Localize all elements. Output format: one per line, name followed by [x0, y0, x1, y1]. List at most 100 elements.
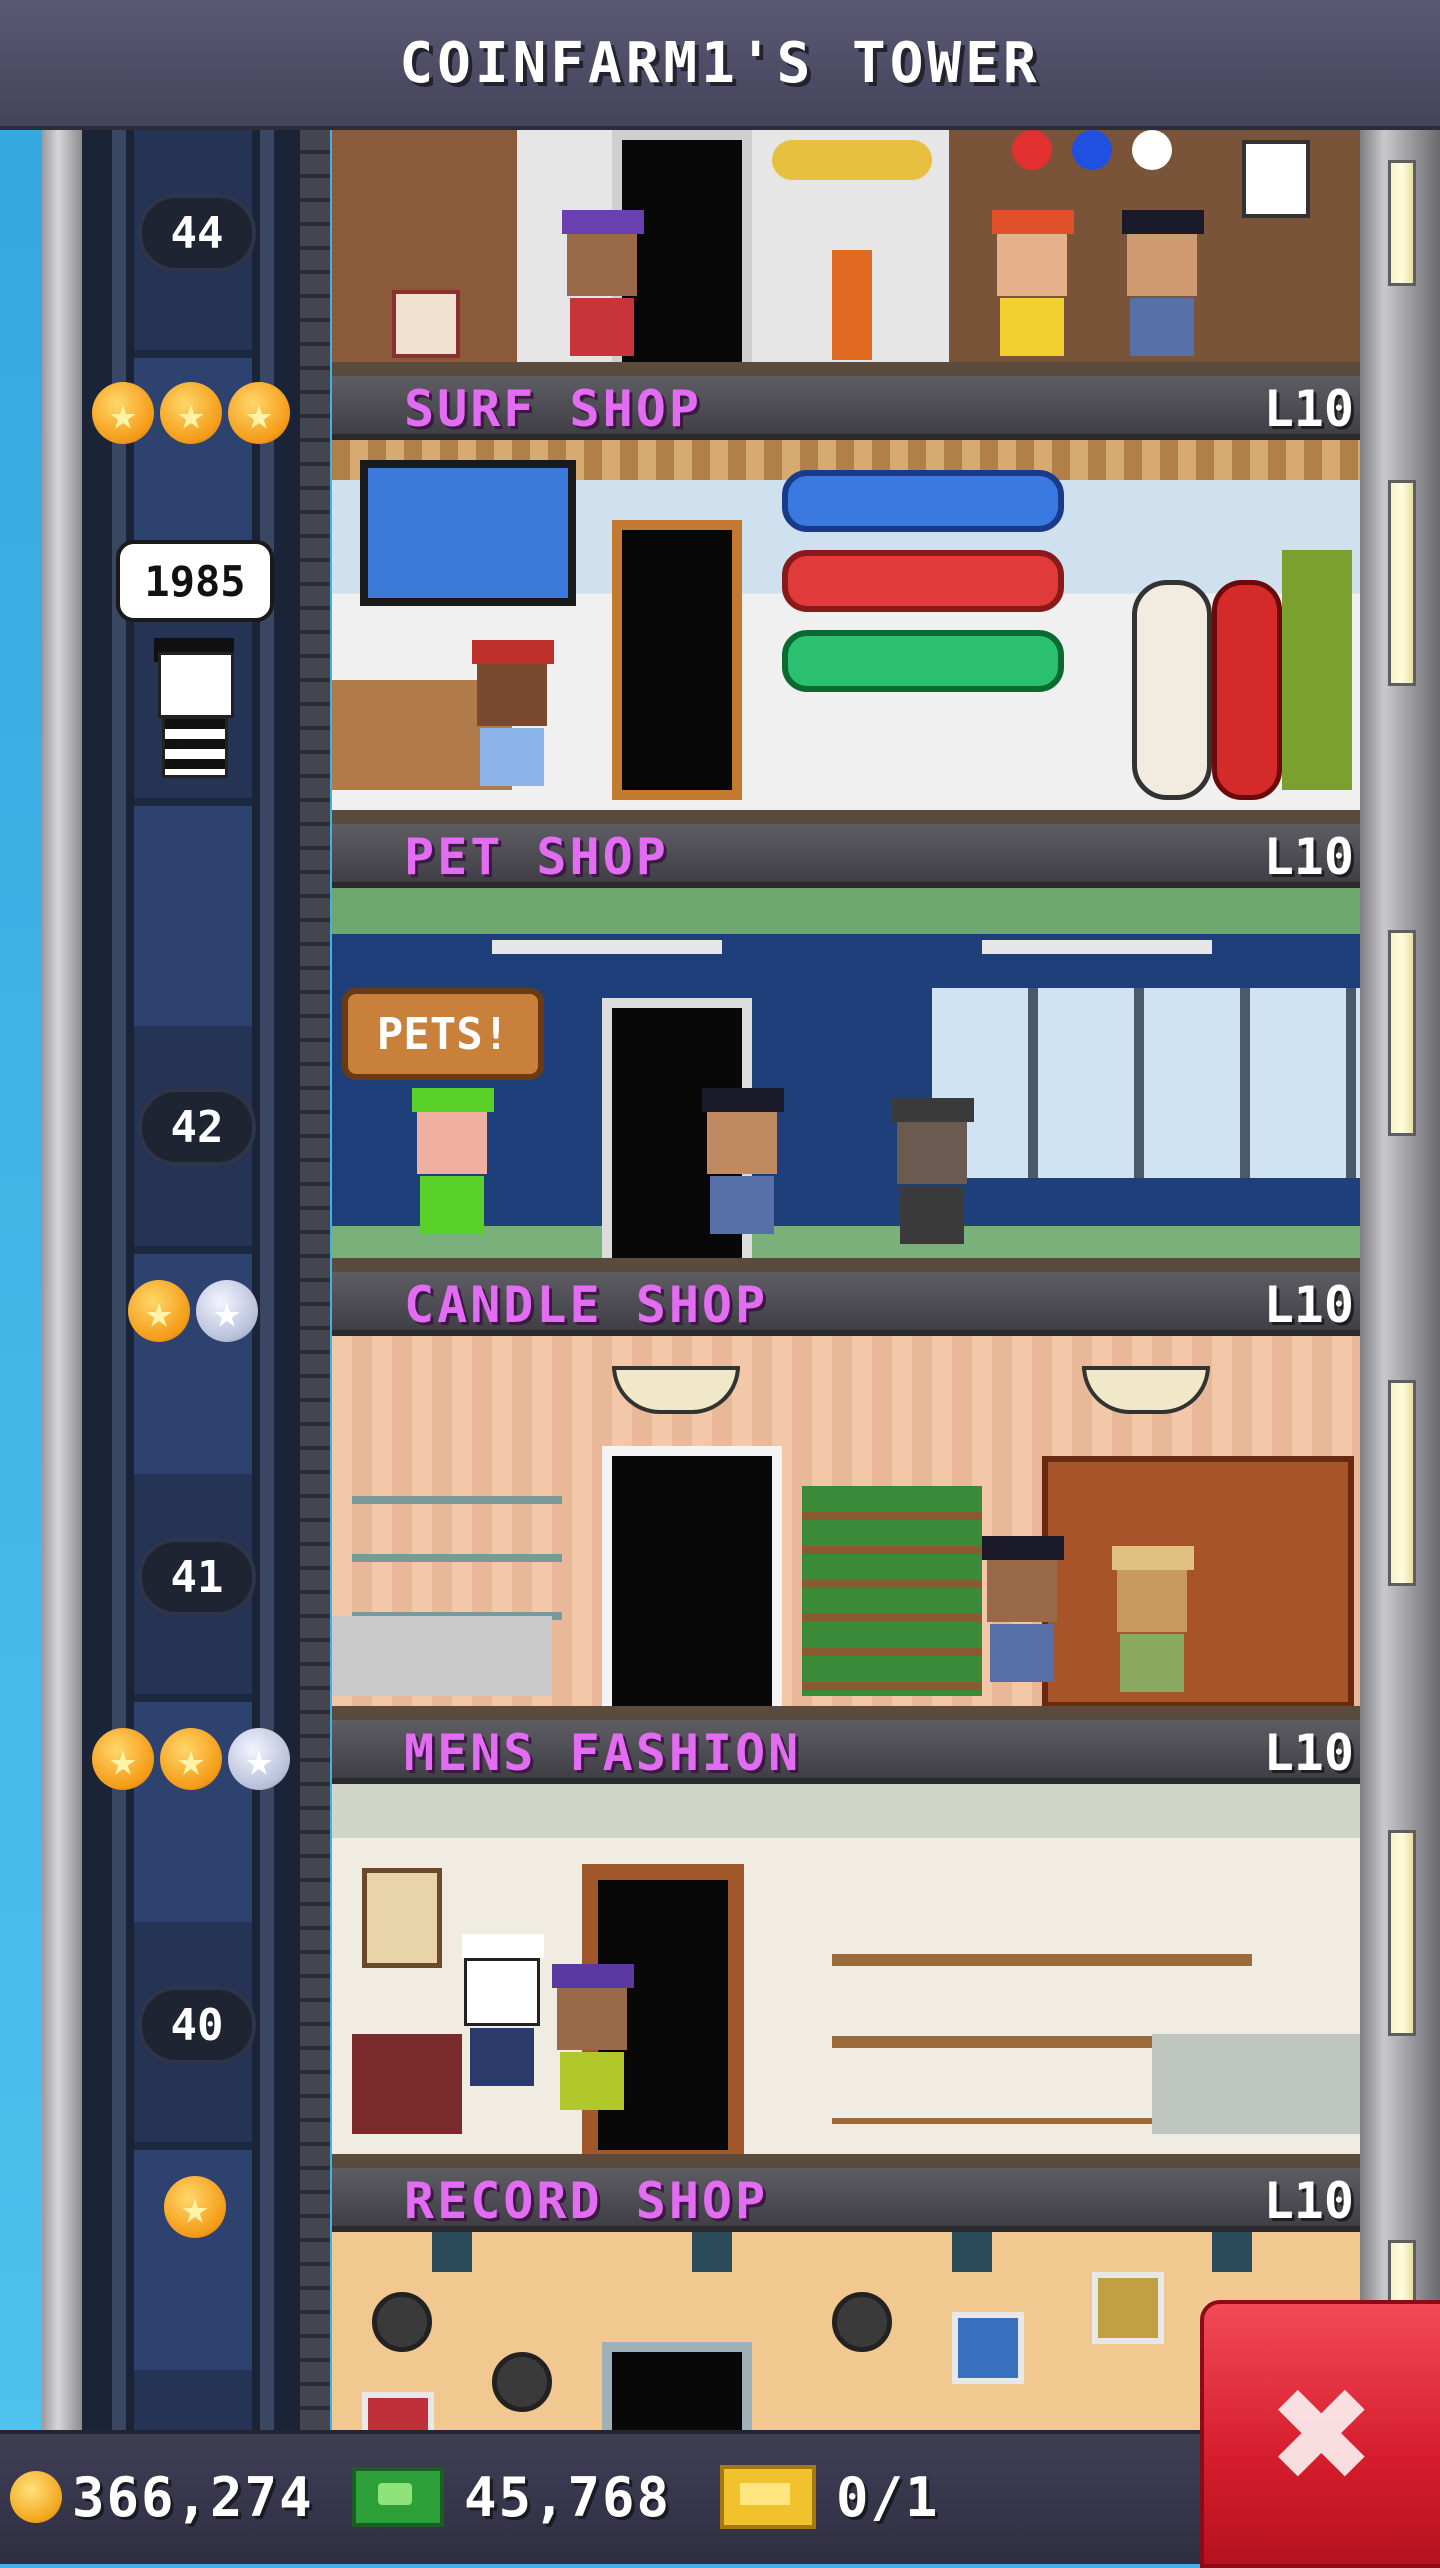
- pet-shop-room: PETS!: [332, 888, 1360, 1272]
- floor-header: SURF SHOP L10: [332, 376, 1360, 440]
- floor-stars: ★ ★ ★: [92, 1724, 290, 1794]
- elevator-passenger[interactable]: [148, 632, 238, 782]
- gold-star-icon: ★: [128, 1280, 190, 1342]
- shop-counter: [332, 1616, 552, 1696]
- floor-stars: ★ ★ ★: [92, 378, 290, 448]
- silver-star-icon: ★: [196, 1280, 258, 1342]
- floor-header: RECORD SHOP L10: [332, 2168, 1360, 2232]
- mens-fashion-room: [332, 1784, 1360, 2168]
- vinyl-record-icon: [492, 2352, 552, 2412]
- customer-npc[interactable]: [552, 1964, 634, 2110]
- gold-star-icon: ★: [160, 1728, 222, 1790]
- shop-door: [612, 520, 742, 800]
- floor-level: L10: [1263, 380, 1354, 438]
- tower-window: [1388, 1380, 1416, 1586]
- coins-counter[interactable]: 366,274: [10, 2462, 314, 2532]
- pets-sign: PETS!: [342, 988, 544, 1080]
- title-bar: COINFARM1'S TOWER: [0, 0, 1440, 130]
- coin-icon: [10, 2471, 62, 2523]
- floor-level: L10: [1263, 828, 1354, 886]
- floor-name: MENS FASHION: [404, 1724, 802, 1782]
- security-npc[interactable]: [1122, 210, 1204, 356]
- tower-wall-left: [42, 130, 82, 2430]
- floor-pet-shop[interactable]: PET SHOP L10 PETS!: [332, 824, 1360, 1272]
- floor-number: 41: [142, 1542, 252, 1612]
- floor-ground: [332, 362, 1360, 376]
- spotlight-icon: [1212, 2232, 1252, 2272]
- floor-mens-fashion[interactable]: MENS FASHION L10: [332, 1720, 1360, 2168]
- tower-window: [1388, 930, 1416, 1136]
- tower-bux-icon: [352, 2467, 444, 2527]
- gold-star-icon: ★: [228, 382, 290, 444]
- shopkeeper-npc[interactable]: [1112, 1546, 1194, 1692]
- floor-candle-shop[interactable]: CANDLE SHOP L10: [332, 1272, 1360, 1720]
- candle-shop-room: [332, 1336, 1360, 1720]
- tower-window: [1388, 2240, 1416, 2306]
- security-npc[interactable]: [702, 1088, 784, 1234]
- floor-44-apartment[interactable]: [332, 130, 1360, 376]
- tower-window: [1388, 480, 1416, 686]
- spotlight-icon: [692, 2232, 732, 2272]
- floor-level: L10: [1263, 1724, 1354, 1782]
- security-npc[interactable]: [982, 1536, 1064, 1682]
- surfboard-standing-icon: [1132, 580, 1212, 800]
- close-icon: ✖: [1272, 2335, 1376, 2533]
- candle-display: [802, 1486, 982, 1696]
- vip-value: 0/1: [836, 2465, 940, 2529]
- gold-star-icon: ★: [160, 382, 222, 444]
- floor-stars: ★: [164, 2172, 226, 2242]
- floor-header: CANDLE SHOP L10: [332, 1272, 1360, 1336]
- vip-counter[interactable]: 0/1: [720, 2462, 940, 2532]
- floor-name: SURF SHOP: [404, 380, 702, 438]
- plant-icon: [1282, 550, 1352, 790]
- hanging-lamp-icon: [1082, 1366, 1210, 1414]
- gold-star-icon: ★: [92, 382, 154, 444]
- cat-npc[interactable]: [892, 1098, 974, 1244]
- album-frame-icon: [1092, 2272, 1164, 2344]
- floor-level: L10: [1263, 1276, 1354, 1334]
- floor-surf-shop[interactable]: SURF SHOP L10: [332, 376, 1360, 824]
- trombone-icon: [772, 140, 932, 180]
- resident-npc[interactable]: [992, 210, 1074, 356]
- spotlight-icon: [432, 2232, 472, 2272]
- sky: [0, 130, 42, 2430]
- shaft-rail: [112, 130, 126, 2430]
- passenger-body: [162, 716, 228, 778]
- bux-counter[interactable]: 45,768: [352, 2462, 671, 2532]
- gold-star-icon: ★: [164, 2176, 226, 2238]
- passenger-speech-bubble: 1985: [116, 540, 274, 622]
- surfboard-red-icon: [782, 550, 1064, 612]
- vip-ticket-icon: [720, 2465, 816, 2529]
- surf-shop-room: [332, 440, 1360, 824]
- gold-star-icon: ★: [92, 1728, 154, 1790]
- floor-header: MENS FASHION L10: [332, 1720, 1360, 1784]
- spotlight-icon: [952, 2232, 992, 2272]
- stool: [392, 290, 460, 358]
- apartment-room: [332, 130, 1360, 376]
- floor-ground: [332, 1258, 1360, 1272]
- music-note-sign-icon: [1242, 140, 1310, 218]
- floor-ground: [332, 810, 1360, 824]
- shop-door: [602, 2342, 752, 2430]
- resident-npc[interactable]: [562, 210, 644, 356]
- bux-value: 45,768: [464, 2465, 672, 2529]
- decor-ball-icon: [1012, 130, 1052, 170]
- shop-counter: [1152, 2034, 1360, 2134]
- album-frame-icon: [952, 2312, 1024, 2384]
- shopkeeper-npc[interactable]: [472, 640, 554, 786]
- surfboard-green-icon: [782, 630, 1064, 692]
- coins-value: 366,274: [72, 2465, 314, 2529]
- floor-level: L10: [1263, 2172, 1354, 2230]
- elevator-car[interactable]: 1985: [112, 540, 274, 790]
- floor-stars: ★ ★: [128, 1276, 258, 1346]
- close-button[interactable]: ✖: [1200, 2300, 1440, 2568]
- frog-costume-npc[interactable]: [412, 1088, 494, 1234]
- tower-wall-right: [1360, 130, 1440, 2430]
- tower-window: [1388, 160, 1416, 286]
- ceiling-light: [982, 940, 1212, 954]
- mannequin-npc[interactable]: [462, 1934, 544, 2086]
- vinyl-record-icon: [372, 2292, 432, 2352]
- decor-ball-icon: [1132, 130, 1172, 170]
- decor-ball-icon: [1072, 130, 1112, 170]
- album-frame-icon: [362, 2392, 434, 2430]
